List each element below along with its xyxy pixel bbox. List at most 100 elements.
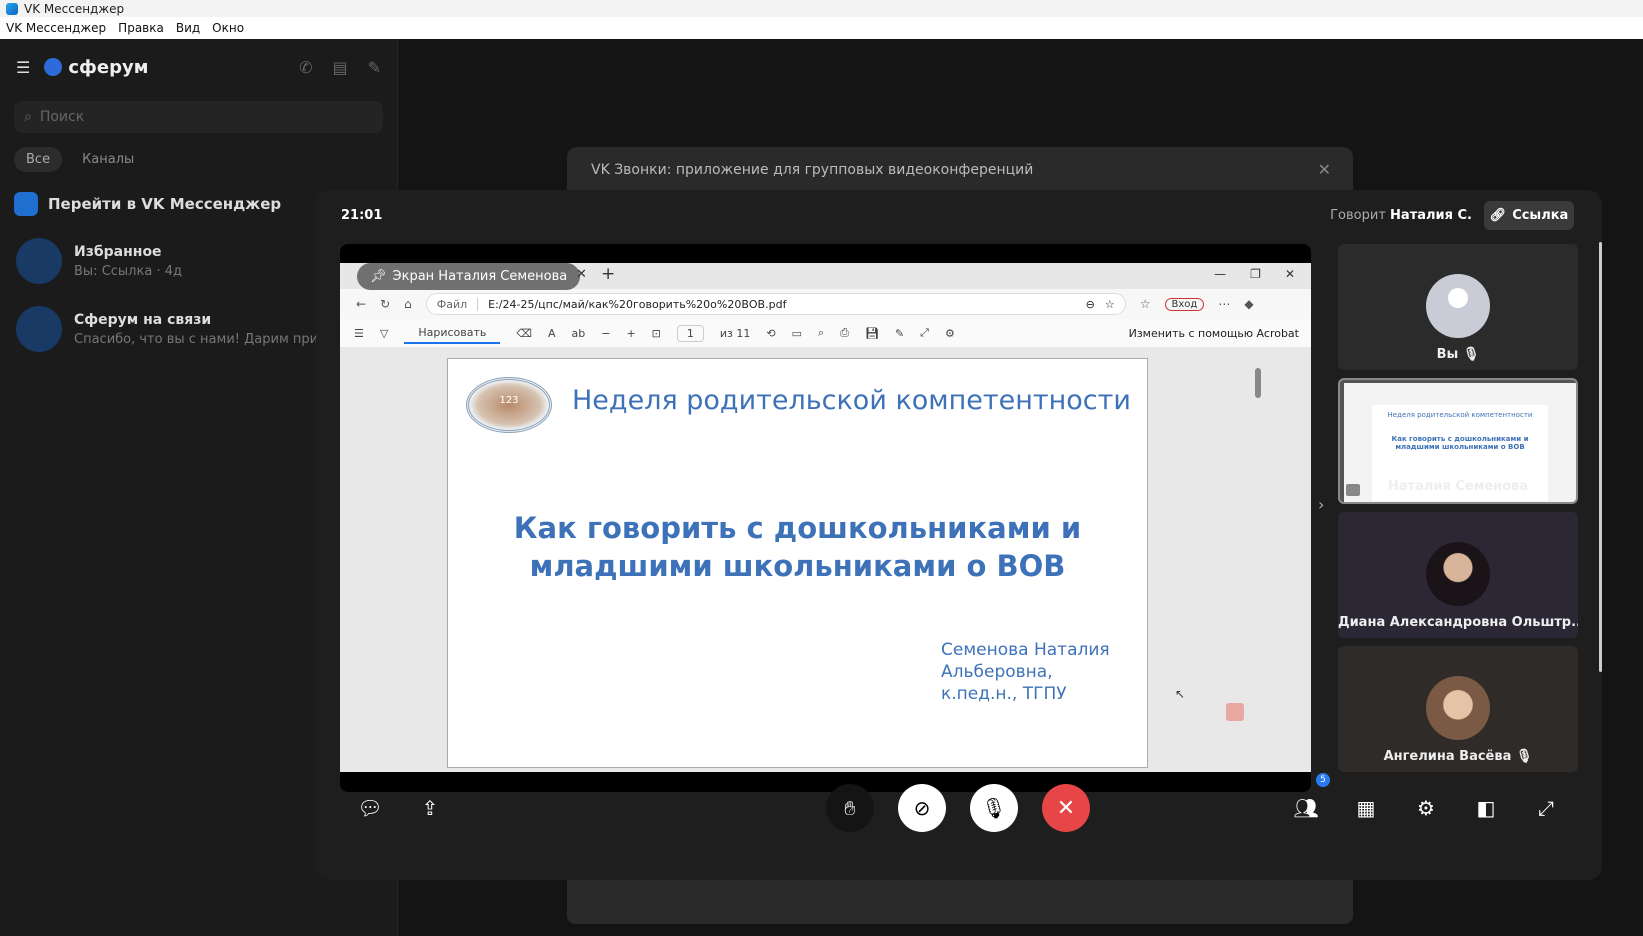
link-label: Ссылка — [1512, 208, 1569, 223]
slide-top-title: Неделя родительской компетентности — [572, 385, 1131, 416]
slide-heading: Как говорить с дошкольниками и младшими … — [448, 509, 1147, 585]
grid-layout-icon[interactable]: ▦ — [1352, 794, 1380, 822]
close-tab-icon: ✕ — [576, 267, 587, 282]
mic-toggle-button[interactable]: 🎙︎ — [970, 784, 1018, 832]
close-icon[interactable]: ✕ — [1318, 160, 1331, 179]
menu-window[interactable]: Окно — [206, 21, 250, 35]
chat-filter-tabs: Все Каналы — [14, 147, 383, 172]
pdf-toolbar: ☰ ▽ Нарисовать ⌫ A ab − + ⊡ 1 из 11 ⟲ ▭ … — [340, 319, 1311, 348]
menu-vk[interactable]: VK Мессенджер — [0, 21, 112, 35]
camera-off-icon: ⊘ — [913, 796, 931, 820]
goto-label: Перейти в VK Мессенджер — [48, 195, 282, 213]
speaker-name: Наталия С. — [1390, 208, 1472, 223]
draw-label: Нарисовать — [418, 325, 487, 339]
fullscreen-pdf-icon: ⤢ — [920, 326, 929, 339]
tiles-scrollbar[interactable] — [1599, 242, 1602, 672]
slide-heading-line: младшими школьниками о ВОВ — [529, 549, 1066, 583]
tab-all[interactable]: Все — [14, 147, 63, 172]
brand-logo-icon — [44, 58, 63, 76]
highlight-icon: ▽ — [379, 326, 389, 340]
menubar: VK Мессенджер Правка Вид Окно — [0, 17, 1643, 39]
participant-tiles: Вы 🎙︎ Неделя родительской компетентности… — [1338, 244, 1578, 782]
browser-addressbar: ← ↻ ⌂ Файл E:/24-25/цпс/май/как%20говори… — [340, 289, 1311, 319]
end-call-button[interactable]: ✕ — [1042, 784, 1090, 832]
call-window: 21:01 Говорит Наталия С. 🔗︎ Ссылка 📌︎ Эк… — [316, 190, 1602, 880]
reload-icon: ↻ — [380, 297, 391, 311]
pdf-scrollbar — [1252, 348, 1264, 772]
menu-edit[interactable]: Правка — [112, 21, 170, 35]
collections-icon: ☆ — [1139, 297, 1151, 311]
mic-off-icon: 🎙︎ — [981, 796, 1007, 820]
settings-pdf-icon: ⚙ — [944, 326, 955, 340]
chevron-right-icon[interactable]: › — [1318, 495, 1324, 514]
search-input[interactable]: ⌕ Поиск — [14, 101, 383, 133]
close-window-icon: ✕ — [1284, 267, 1295, 281]
more-icon: ⋯ — [1218, 297, 1231, 311]
active-speaker: Говорит Наталия С. — [1330, 208, 1472, 223]
hamburger-icon[interactable]: ☰ — [16, 58, 30, 77]
participant-tile[interactable]: Вы 🎙︎ — [1338, 244, 1578, 370]
browser-tabbar: 📌︎ Экран Наталия Семенова ✕ + — ❐ ✕ — [340, 263, 1311, 290]
participant-name-text: Ангелина Васёва — [1383, 749, 1512, 764]
avatar — [1426, 542, 1490, 606]
chat-name: Сферум на связи — [74, 311, 212, 328]
home-icon: ⌂ — [404, 297, 412, 311]
draw-tool: Нарисовать — [404, 323, 501, 344]
read-aloud-icon: ab — [571, 326, 586, 340]
screen-owner-pill[interactable]: 📌︎ Экран Наталия Семенова — [357, 263, 581, 290]
thumb-heading: Как говорить с дошкольниками и младшими … — [1391, 435, 1529, 451]
fullscreen-icon[interactable]: ⤢ — [1532, 794, 1560, 822]
share-screen-icon[interactable]: ⇪ — [416, 794, 444, 822]
archive-icon[interactable]: ▤ — [332, 58, 347, 77]
copy-link-button[interactable]: 🔗︎ Ссылка — [1484, 201, 1574, 230]
pdf-scroll-thumb — [1255, 368, 1261, 398]
window-titlebar: VK Мессенджер — [0, 0, 1643, 17]
call-icon[interactable]: ✆ — [299, 58, 312, 77]
user-placeholder-icon — [1426, 274, 1490, 338]
participants-icon[interactable]: 👥︎ — [1292, 794, 1320, 822]
menu-view[interactable]: Вид — [170, 21, 206, 35]
raise-hand-button[interactable]: ✋︎ — [826, 784, 874, 832]
chat-avatar — [16, 306, 62, 352]
slide-heading-line: Как говорить с дошкольниками и — [513, 511, 1082, 545]
brand: сферум — [44, 57, 148, 78]
window-title: VK Мессенджер — [24, 1, 125, 16]
camera-toggle-button[interactable]: ⊘ — [898, 784, 946, 832]
window-controls: — ❐ ✕ — [1214, 267, 1295, 281]
search-placeholder: Поиск — [39, 109, 85, 125]
participant-name-text: Вы — [1436, 347, 1459, 362]
shared-screen: 📌︎ Экран Наталия Семенова ✕ + — ❐ ✕ ← ↻ … — [340, 263, 1311, 772]
university-seal-logo: 123 — [466, 377, 552, 433]
participant-name: Вы 🎙︎ — [1338, 347, 1578, 362]
banner-text: VK Звонки: приложение для групповых виде… — [591, 161, 1034, 178]
participants-count-badge: 5 — [1316, 773, 1330, 787]
participant-name-text: Диана Александровна Ольштр... — [1338, 615, 1578, 630]
text-icon: A — [547, 326, 556, 340]
chat-icon[interactable]: 💬︎ — [356, 794, 384, 822]
mouse-cursor-icon: ↖ — [1175, 687, 1186, 701]
compose-icon[interactable]: ✎ — [368, 58, 381, 77]
zoom-in-icon: + — [626, 326, 636, 340]
vk-calls-banner: VK Звонки: приложение для групповых виде… — [567, 147, 1353, 192]
zoom-icon: ⊖ — [1085, 297, 1095, 311]
pdf-page: 123 Неделя родительской компетентности К… — [447, 358, 1148, 768]
sidebar-actions: ✆ ▤ ✎ — [299, 58, 381, 77]
mic-off-icon: 🎙︎ — [1462, 347, 1480, 362]
author-line: Семенова Наталия — [941, 640, 1110, 660]
chat-preview: Вы: Ссылка · 4д — [74, 263, 182, 279]
participant-tile[interactable]: Диана Александровна Ольштр... 🎙︎ — [1338, 512, 1578, 638]
tab-channels[interactable]: Каналы — [70, 147, 146, 172]
participant-name: Ангелина Васёва 🎙︎ — [1338, 749, 1578, 764]
banner-footer — [567, 876, 1353, 924]
participant-name: Наталия Семенова — [1387, 479, 1529, 494]
gear-icon[interactable]: ⚙ — [1412, 794, 1440, 822]
participant-tile[interactable]: Ангелина Васёва 🎙︎ — [1338, 646, 1578, 772]
pip-icon[interactable]: ◧ — [1472, 794, 1500, 822]
participant-tile[interactable]: Неделя родительской компетентности Как г… — [1338, 378, 1578, 504]
screen-share-view[interactable]: 📌︎ Экран Наталия Семенова ✕ + — ❐ ✕ ← ↻ … — [340, 244, 1311, 792]
rotate-icon: ⟲ — [766, 326, 776, 340]
page-number: 1 — [676, 324, 704, 342]
back-icon: ← — [356, 297, 367, 311]
pdf-viewport: 123 Неделя родительской компетентности К… — [340, 348, 1311, 772]
app-logo-icon — [6, 2, 18, 15]
